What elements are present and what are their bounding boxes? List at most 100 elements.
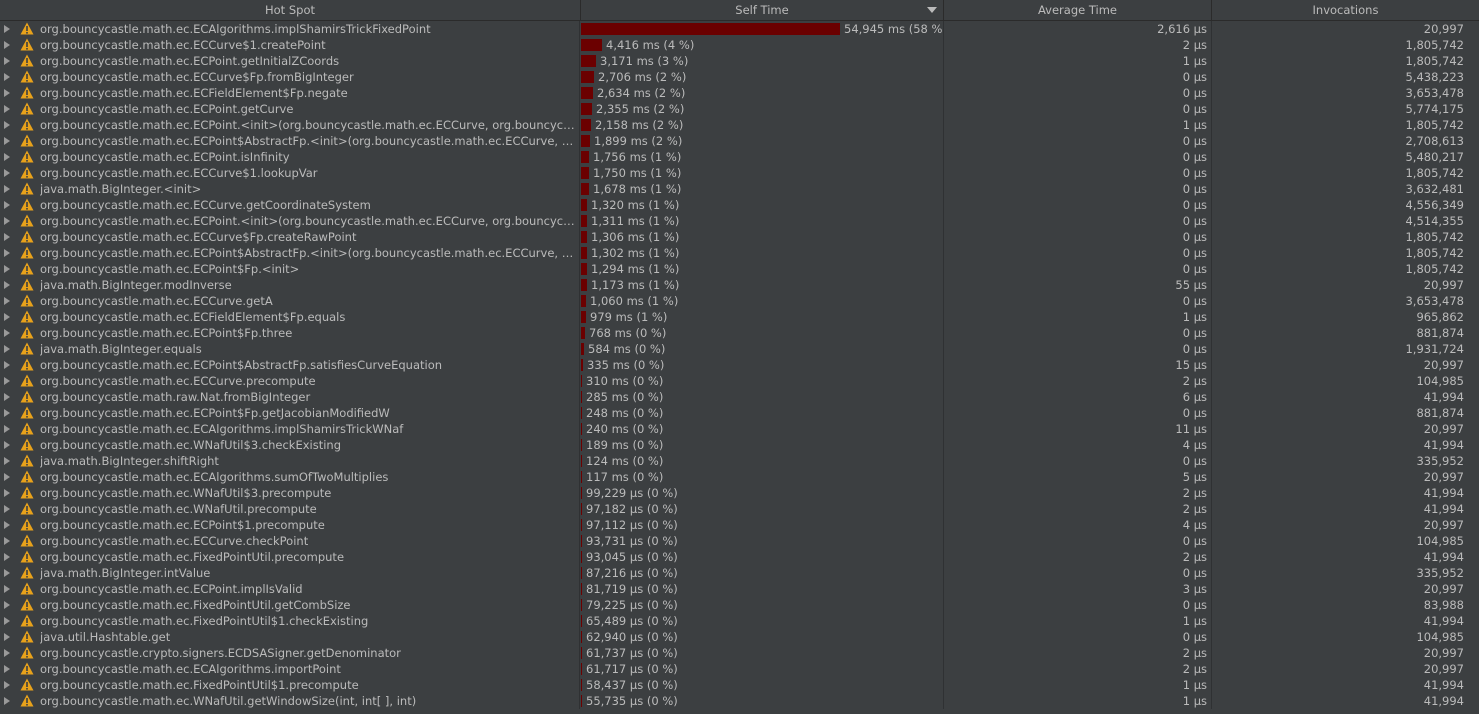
table-row[interactable]: org.bouncycastle.math.ec.ECCurve.precomp… — [0, 373, 1479, 389]
triangle-right-icon[interactable] — [4, 569, 10, 577]
table-row[interactable]: org.bouncycastle.math.ec.ECPoint$Abstrac… — [0, 245, 1479, 261]
triangle-right-icon[interactable] — [4, 553, 10, 561]
triangle-right-icon[interactable] — [4, 73, 10, 81]
triangle-right-icon[interactable] — [4, 585, 10, 593]
table-row[interactable]: org.bouncycastle.math.ec.ECAlgorithms.su… — [0, 469, 1479, 485]
table-row[interactable]: org.bouncycastle.math.ec.ECPoint.isInfin… — [0, 149, 1479, 165]
triangle-right-icon[interactable] — [4, 457, 10, 465]
triangle-right-icon[interactable] — [4, 681, 10, 689]
column-header-invocations[interactable]: Invocations — [1212, 0, 1479, 20]
self-time-cell: 124 ms (0 %) — [580, 453, 944, 469]
triangle-right-icon[interactable] — [4, 297, 10, 305]
table-row[interactable]: org.bouncycastle.math.ec.ECPoint$Abstrac… — [0, 133, 1479, 149]
table-row[interactable]: org.bouncycastle.math.ec.ECPoint.<init>(… — [0, 213, 1479, 229]
triangle-right-icon[interactable] — [4, 185, 10, 193]
table-row[interactable]: java.math.BigInteger.intValue 87,216 µs (… — [0, 565, 1479, 581]
triangle-right-icon[interactable] — [4, 665, 10, 673]
triangle-right-icon[interactable] — [4, 601, 10, 609]
table-row[interactable]: org.bouncycastle.math.ec.WNafUtil.getWin… — [0, 693, 1479, 709]
table-row[interactable]: org.bouncycastle.math.ec.ECPoint.getCurv… — [0, 101, 1479, 117]
table-row[interactable]: org.bouncycastle.math.ec.ECPoint.implIsV… — [0, 581, 1479, 597]
table-row[interactable]: org.bouncycastle.math.ec.WNafUtil$3.prec… — [0, 485, 1479, 501]
table-row[interactable]: org.bouncycastle.math.ec.ECAlgorithms.im… — [0, 421, 1479, 437]
triangle-right-icon[interactable] — [4, 345, 10, 353]
triangle-right-icon[interactable] — [4, 41, 10, 49]
triangle-right-icon[interactable] — [4, 265, 10, 273]
table-row[interactable]: org.bouncycastle.math.ec.ECPoint.getInit… — [0, 53, 1479, 69]
table-row[interactable]: org.bouncycastle.math.ec.ECCurve.getA 1,0… — [0, 293, 1479, 309]
hot-spot-cell: org.bouncycastle.math.ec.ECPoint.<init>(… — [0, 213, 580, 229]
table-row[interactable]: java.math.BigInteger.<init> 1,678 ms (1 %… — [0, 181, 1479, 197]
table-row[interactable]: org.bouncycastle.math.ec.ECPoint$1.preco… — [0, 517, 1479, 533]
triangle-right-icon[interactable] — [4, 281, 10, 289]
triangle-right-icon[interactable] — [4, 505, 10, 513]
table-row[interactable]: org.bouncycastle.math.ec.FixedPointUtil$… — [0, 613, 1479, 629]
triangle-right-icon[interactable] — [4, 25, 10, 33]
table-row[interactable]: org.bouncycastle.math.ec.WNafUtil$3.chec… — [0, 437, 1479, 453]
triangle-right-icon[interactable] — [4, 617, 10, 625]
table-row[interactable]: org.bouncycastle.math.ec.WNafUtil.precom… — [0, 501, 1479, 517]
table-row[interactable]: org.bouncycastle.math.ec.ECPoint$Fp.thre… — [0, 325, 1479, 341]
table-row[interactable]: org.bouncycastle.math.ec.ECCurve$Fp.from… — [0, 69, 1479, 85]
column-header-self-time[interactable]: Self Time — [581, 0, 944, 20]
self-time-cell: 1,294 ms (1 %) — [580, 261, 944, 277]
table-row[interactable]: java.util.Hashtable.get 62,940 µs (0 %) 0 … — [0, 629, 1479, 645]
table-row[interactable]: java.math.BigInteger.shiftRight 124 ms (0… — [0, 453, 1479, 469]
invocations-value: 20,997 — [1423, 518, 1464, 532]
triangle-right-icon[interactable] — [4, 473, 10, 481]
column-header-hot-spot[interactable]: Hot Spot — [0, 0, 581, 20]
triangle-right-icon[interactable] — [4, 217, 10, 225]
table-row[interactable]: org.bouncycastle.math.raw.Nat.fromBigInt… — [0, 389, 1479, 405]
triangle-right-icon[interactable] — [4, 233, 10, 241]
table-row[interactable]: org.bouncycastle.crypto.signers.ECDSASig… — [0, 645, 1479, 661]
column-header-average-time[interactable]: Average Time — [944, 0, 1212, 20]
triangle-right-icon[interactable] — [4, 121, 10, 129]
triangle-right-icon[interactable] — [4, 153, 10, 161]
method-name: org.bouncycastle.math.ec.ECPoint$Fp.<ini… — [40, 262, 300, 276]
hot-spot-cell: org.bouncycastle.math.ec.ECCurve$1.looku… — [0, 165, 580, 181]
triangle-right-icon[interactable] — [4, 169, 10, 177]
table-row[interactable]: org.bouncycastle.math.ec.ECCurve.checkPo… — [0, 533, 1479, 549]
triangle-right-icon[interactable] — [4, 137, 10, 145]
table-row[interactable]: org.bouncycastle.math.ec.ECPoint$Fp.<ini… — [0, 261, 1479, 277]
table-row[interactable]: org.bouncycastle.math.ec.ECCurve.getCoor… — [0, 197, 1479, 213]
triangle-right-icon[interactable] — [4, 329, 10, 337]
invocations-value: 5,438,223 — [1405, 70, 1464, 84]
triangle-right-icon[interactable] — [4, 425, 10, 433]
triangle-right-icon[interactable] — [4, 361, 10, 369]
triangle-right-icon[interactable] — [4, 537, 10, 545]
table-row[interactable]: org.bouncycastle.math.ec.ECCurve$1.creat… — [0, 37, 1479, 53]
triangle-right-icon[interactable] — [4, 313, 10, 321]
method-name: org.bouncycastle.math.ec.ECPoint.getInit… — [40, 54, 340, 68]
triangle-right-icon[interactable] — [4, 377, 10, 385]
table-row[interactable]: org.bouncycastle.math.ec.ECFieldElement$… — [0, 309, 1479, 325]
triangle-right-icon[interactable] — [4, 105, 10, 113]
triangle-right-icon[interactable] — [4, 441, 10, 449]
table-row[interactable]: org.bouncycastle.math.ec.ECPoint.<init>(… — [0, 117, 1479, 133]
table-row[interactable]: java.math.BigInteger.modInverse 1,173 ms … — [0, 277, 1479, 293]
table-row[interactable]: org.bouncycastle.math.ec.FixedPointUtil.… — [0, 549, 1479, 565]
triangle-right-icon[interactable] — [4, 249, 10, 257]
table-row[interactable]: org.bouncycastle.math.ec.ECCurve$Fp.crea… — [0, 229, 1479, 245]
triangle-right-icon[interactable] — [4, 489, 10, 497]
table-row[interactable]: org.bouncycastle.math.ec.ECAlgorithms.im… — [0, 661, 1479, 677]
triangle-right-icon[interactable] — [4, 201, 10, 209]
triangle-right-icon[interactable] — [4, 89, 10, 97]
invocations-value: 20,997 — [1423, 662, 1464, 676]
table-row[interactable]: org.bouncycastle.math.ec.ECCurve$1.looku… — [0, 165, 1479, 181]
table-row[interactable]: org.bouncycastle.math.ec.FixedPointUtil.… — [0, 597, 1479, 613]
triangle-right-icon[interactable] — [4, 649, 10, 657]
triangle-right-icon[interactable] — [4, 521, 10, 529]
triangle-right-icon[interactable] — [4, 409, 10, 417]
table-row[interactable]: org.bouncycastle.math.ec.ECPoint$Fp.getJ… — [0, 405, 1479, 421]
triangle-right-icon[interactable] — [4, 633, 10, 641]
table-row[interactable]: org.bouncycastle.math.ec.FixedPointUtil$… — [0, 677, 1479, 693]
hot-spot-cell: org.bouncycastle.math.ec.ECFieldElement$… — [0, 309, 580, 325]
triangle-right-icon[interactable] — [4, 697, 10, 705]
table-row[interactable]: org.bouncycastle.math.ec.ECPoint$Abstrac… — [0, 357, 1479, 373]
triangle-right-icon[interactable] — [4, 57, 10, 65]
triangle-right-icon[interactable] — [4, 393, 10, 401]
table-row[interactable]: org.bouncycastle.math.ec.ECAlgorithms.im… — [0, 21, 1479, 37]
table-row[interactable]: org.bouncycastle.math.ec.ECFieldElement$… — [0, 85, 1479, 101]
table-row[interactable]: java.math.BigInteger.equals 584 ms (0 %) 0… — [0, 341, 1479, 357]
